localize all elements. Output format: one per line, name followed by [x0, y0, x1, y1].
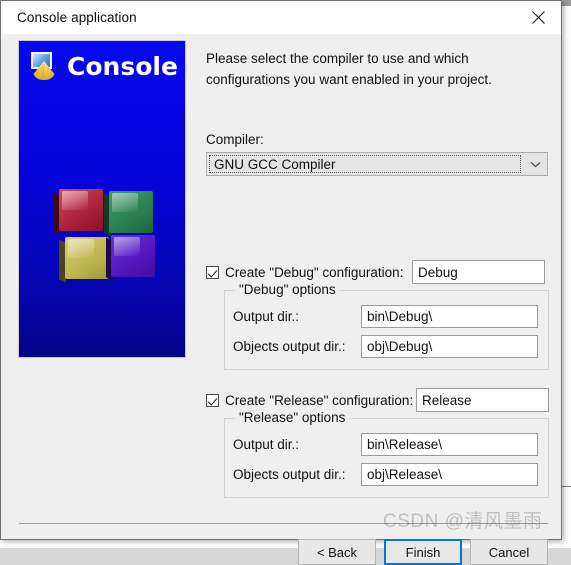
compiler-selected-value: GNU GCC Compiler [209, 155, 521, 173]
logo-cube-yellow [59, 237, 109, 283]
release-name-input[interactable]: Release [416, 388, 549, 412]
console-application-dialog: Console application Console Please selec… [0, 0, 562, 565]
release-output-dir-label: Output dir.: [233, 436, 300, 452]
release-objects-dir-row: Objects output dir.: obj\Release\ [233, 462, 540, 486]
footer-separator [19, 523, 548, 524]
close-button[interactable] [516, 1, 561, 34]
dialog-content: Console Please select the compiler to us… [2, 34, 560, 565]
release-objects-dir-label: Objects output dir.: [233, 466, 346, 482]
dialog-title: Console application [17, 10, 137, 25]
banner-header: Console [29, 51, 178, 81]
debug-objects-dir-input[interactable]: obj\Debug\ [361, 334, 538, 358]
release-output-dir-input[interactable]: bin\Release\ [361, 432, 538, 456]
codeblocks-cubes-logo [53, 189, 155, 286]
release-objects-dir-input[interactable]: obj\Release\ [361, 462, 538, 486]
instruction-text: Please select the compiler to use and wh… [206, 51, 492, 87]
debug-objects-dir-row: Objects output dir.: obj\Debug\ [233, 334, 540, 358]
finish-button[interactable]: Finish [384, 539, 462, 565]
release-output-dir-row: Output dir.: bin\Release\ [233, 432, 540, 456]
debug-name-input[interactable]: Debug [412, 260, 545, 284]
debug-options-group: "Debug" options Output dir.: bin\Debug\ … [224, 282, 549, 370]
compiler-label: Compiler: [206, 132, 264, 147]
debug-objects-dir-label: Objects output dir.: [233, 338, 346, 354]
logo-cube-red [53, 189, 103, 235]
debug-options-legend: "Debug" options [235, 282, 340, 297]
back-button[interactable]: < Back [298, 539, 376, 565]
banner-title: Console [67, 51, 178, 81]
logo-cube-purple [106, 235, 155, 281]
release-options-group: "Release" options Output dir.: bin\Relea… [224, 410, 549, 498]
dialog-buttons: < Back Finish Cancel [298, 539, 548, 565]
debug-output-dir-row: Output dir.: bin\Debug\ [233, 304, 540, 328]
cancel-button[interactable]: Cancel [470, 539, 548, 565]
close-icon [532, 11, 545, 24]
release-options-legend: "Release" options [235, 410, 350, 425]
debug-config-label: Create "Debug" configuration: [225, 264, 404, 280]
release-config-row: Create "Release" configuration: Release [206, 388, 549, 412]
debug-config-checkbox[interactable] [206, 265, 219, 279]
logo-cube-green [104, 191, 153, 237]
dialog-titlebar: Console application [1, 1, 561, 34]
console-app-icon [29, 51, 59, 81]
release-config-checkbox[interactable] [206, 393, 219, 407]
release-config-label: Create "Release" configuration: [225, 392, 414, 408]
wizard-banner: Console [18, 40, 186, 358]
chevron-down-icon [523, 153, 547, 175]
wizard-pane: Please select the compiler to use and wh… [206, 34, 549, 538]
debug-output-dir-input[interactable]: bin\Debug\ [361, 304, 538, 328]
debug-config-row: Create "Debug" configuration: Debug [206, 260, 548, 284]
debug-output-dir-label: Output dir.: [233, 308, 300, 324]
compiler-dropdown[interactable]: GNU GCC Compiler [206, 152, 548, 176]
